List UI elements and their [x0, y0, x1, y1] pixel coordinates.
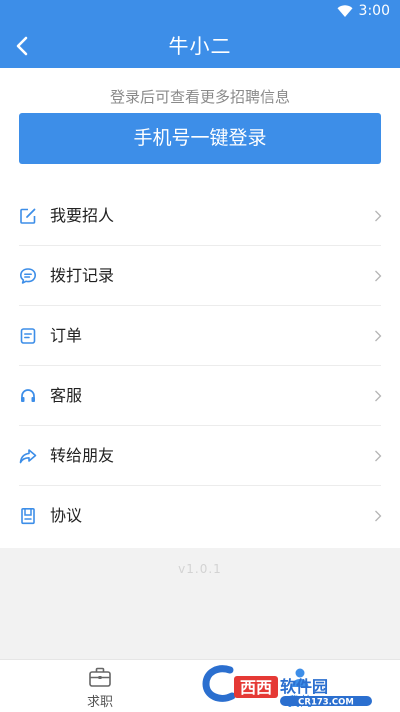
menu-item-customer-service[interactable]: 客服 — [0, 366, 400, 426]
chat-icon — [20, 268, 36, 284]
menu-item-label: 订单 — [50, 326, 83, 345]
menu-item-orders[interactable]: 订单 — [0, 306, 400, 366]
phone-login-button[interactable]: 手机号一键登录 — [19, 113, 381, 164]
menu-item-label: 客服 — [50, 386, 83, 405]
menu-item-label: 协议 — [50, 506, 83, 525]
chevron-right-icon — [375, 390, 382, 402]
chevron-right-icon — [375, 510, 382, 522]
svg-text:CR173.COM: CR173.COM — [298, 698, 354, 708]
menu-item-agreement[interactable]: 协议 — [0, 486, 400, 546]
top-bar: 牛小二 — [0, 24, 400, 68]
main-content: 登录后可查看更多招聘信息 手机号一键登录 我要招人 拨打记录 订单 客服 转给朋… — [0, 68, 400, 548]
login-hint: 登录后可查看更多招聘信息 — [109, 88, 290, 106]
status-icons: 3:00 — [337, 3, 390, 19]
chevron-right-icon — [375, 210, 382, 222]
menu-item-recruit[interactable]: 我要招人 — [0, 186, 400, 246]
svg-text:软件园: 软件园 — [280, 677, 328, 696]
menu-item-call-history[interactable]: 拨打记录 — [0, 246, 400, 306]
order-icon — [20, 328, 36, 344]
chevron-right-icon — [375, 450, 382, 462]
menu-item-label: 转给朋友 — [50, 446, 115, 465]
watermark-logo: 西西 软件园 CR173.COM — [196, 660, 384, 708]
status-bar: 3:00 — [0, 0, 400, 24]
edit-icon — [20, 208, 36, 224]
menu-item-label: 拨打记录 — [50, 266, 115, 285]
svg-text:西西: 西西 — [240, 678, 272, 697]
menu-item-share[interactable]: 转给朋友 — [0, 426, 400, 486]
headset-icon — [21, 389, 35, 402]
wifi-icon — [337, 4, 353, 17]
watermark-logo-graphic: 西西 软件园 CR173.COM — [202, 665, 372, 708]
chevron-right-icon — [375, 330, 382, 342]
menu-list: 我要招人 拨打记录 订单 客服 转给朋友 协议 — [0, 186, 400, 546]
briefcase-icon — [89, 667, 111, 687]
tab-label: 求职 — [86, 695, 113, 710]
menu-item-label: 我要招人 — [50, 206, 115, 225]
status-time: 3:00 — [358, 3, 390, 19]
app-version: v1.0.1 — [178, 562, 222, 576]
chevron-right-icon — [375, 270, 382, 282]
tab-job-search[interactable]: 求职 — [0, 660, 200, 712]
share-icon — [19, 449, 37, 464]
page-title: 牛小二 — [168, 34, 232, 58]
document-icon — [21, 507, 35, 525]
